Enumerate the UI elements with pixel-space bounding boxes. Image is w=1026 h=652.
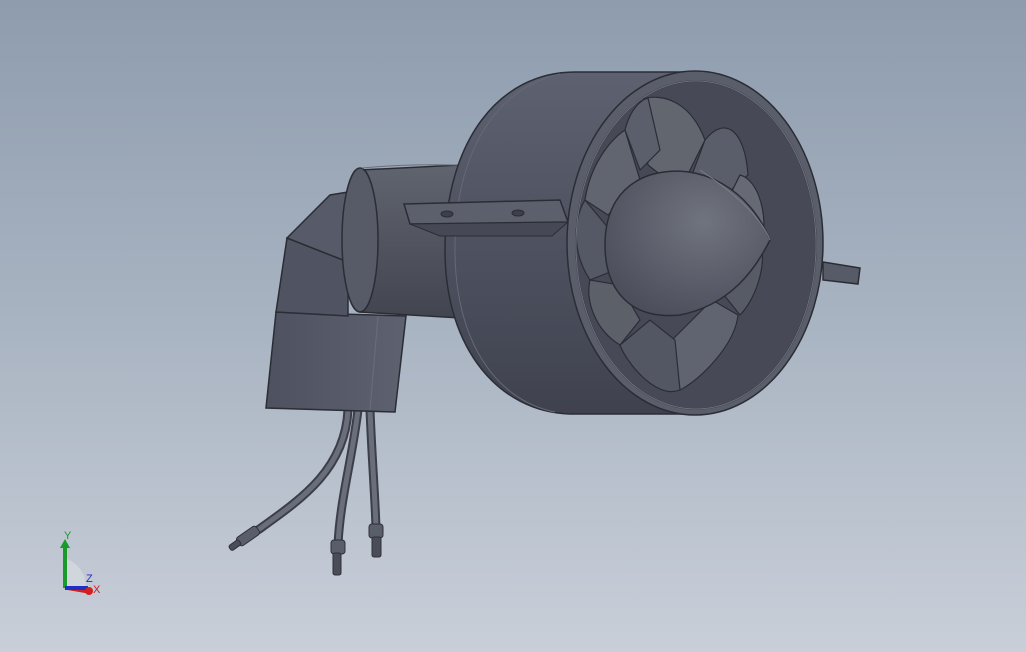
z-axis-label: Z <box>86 573 93 585</box>
esc-block <box>265 311 407 413</box>
x-axis-label: X <box>93 584 101 596</box>
y-axis-label: Y <box>64 530 72 542</box>
wire-connectors <box>228 523 384 576</box>
coordinate-triad: Y Z X <box>60 530 101 596</box>
motor-can <box>341 164 461 319</box>
wire-left <box>253 405 353 535</box>
graphics-viewport[interactable]: Y Z X <box>0 0 1026 652</box>
wires <box>253 405 381 550</box>
ducted-fan-model[interactable] <box>0 0 1026 652</box>
